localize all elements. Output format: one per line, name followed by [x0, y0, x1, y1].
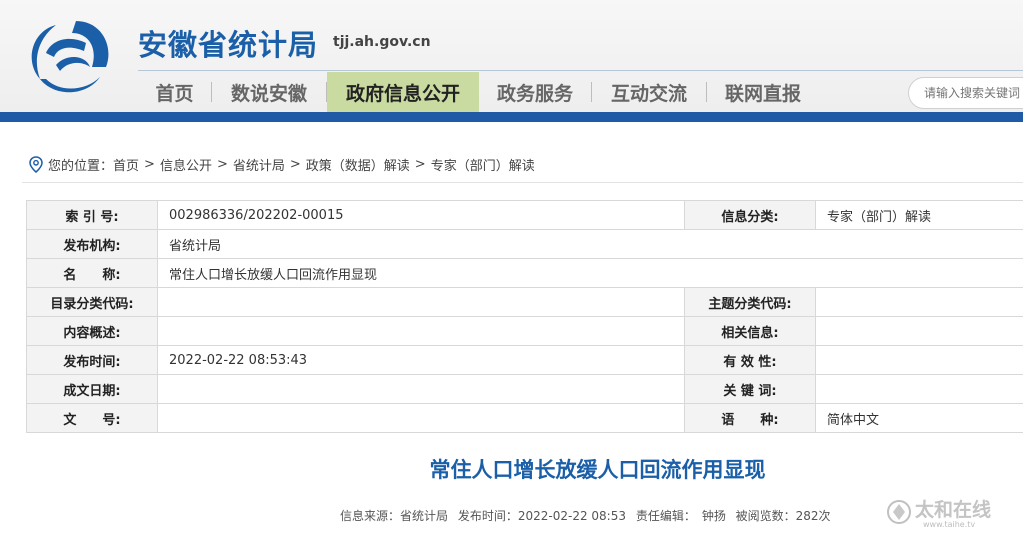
breadcrumb-prefix: 您的位置： — [48, 159, 114, 174]
article-title: 常住人口增长放缓人口回流作用显现 — [429, 458, 766, 482]
site-title[interactable]: 安徽省统计局 — [138, 22, 318, 64]
breadcrumb-info-open[interactable]: 信息公开 — [160, 155, 212, 174]
catalog-label: 目录分类代码: — [26, 287, 158, 317]
validity-label: 有 效 性: — [684, 345, 816, 375]
breadcrumb-policy[interactable]: 政策（数据）解读 — [306, 155, 410, 174]
article-editor: 责任编辑： 钟扬 — [635, 509, 726, 523]
site-domain: tjj.ah.gov.cn — [333, 34, 431, 50]
publisher-label: 发布机构: — [26, 229, 158, 259]
article-pubtime: 发布时间：2022-02-22 08:53 — [457, 509, 626, 523]
article-views: 被阅览数：282次 — [735, 509, 831, 523]
info-table: 索 引 号: 002986336/202202-00015 信息分类: 专家（部… — [26, 200, 1023, 433]
category-label: 信息分类: — [684, 200, 816, 230]
breadcrumb-home[interactable]: 首页 — [113, 155, 139, 174]
breadcrumb-expert[interactable]: 专家（部门）解读 — [431, 155, 535, 174]
breadcrumb-separator: > — [414, 157, 426, 172]
table-row: 成文日期: 关 键 词: — [26, 374, 1023, 404]
index-label: 索 引 号: — [26, 200, 158, 230]
breadcrumb-bureau[interactable]: 省统计局 — [233, 155, 285, 174]
table-row: 目录分类代码: 主题分类代码: — [26, 287, 1023, 317]
location-pin-icon — [29, 156, 43, 173]
search-input[interactable] — [908, 77, 1023, 109]
table-row: 名 称: 常住人口增长放缓人口回流作用显现 — [26, 258, 1023, 288]
nav-item-gov-info[interactable]: 政府信息公开 — [327, 72, 479, 112]
topic-label: 主题分类代码: — [684, 287, 816, 317]
publisher-value: 省统计局 — [157, 229, 1023, 259]
site-header: 安徽省统计局 tjj.ah.gov.cn 首页 数说安徽 政府信息公开 政务服务… — [0, 0, 1023, 112]
article-source: 信息来源：省统计局 — [340, 509, 449, 523]
topic-value — [815, 287, 1023, 317]
related-value — [815, 316, 1023, 346]
docno-value — [157, 403, 685, 433]
table-row: 发布机构: 省统计局 — [26, 229, 1023, 259]
header-divider — [138, 70, 1023, 71]
watermark-url: www.taihe.tv — [923, 520, 975, 529]
pubtime-label: 发布时间: — [26, 345, 158, 375]
table-row: 发布时间: 2022-02-22 08:53:43 有 效 性: — [26, 345, 1023, 375]
index-value: 002986336/202202-00015 — [157, 200, 685, 230]
table-row: 内容概述: 相关信息: — [26, 316, 1023, 346]
keywords-label: 关 键 词: — [684, 374, 816, 404]
nav-item-online-report[interactable]: 联网直报 — [707, 72, 819, 112]
bureau-logo-icon[interactable] — [26, 17, 112, 99]
article-meta: 信息来源：省统计局 发布时间：2022-02-22 08:53 责任编辑： 钟扬… — [340, 507, 837, 524]
taihe-watermark-logo: 太和在线 www.taihe.tv — [887, 498, 991, 529]
breadcrumb-separator: > — [216, 157, 228, 172]
validity-value — [815, 345, 1023, 375]
related-label: 相关信息: — [684, 316, 816, 346]
keywords-value — [815, 374, 1023, 404]
docno-label: 文 号: — [26, 403, 158, 433]
language-label: 语 种: — [684, 403, 816, 433]
nav-item-home[interactable]: 首页 — [138, 72, 211, 112]
date-value — [157, 374, 685, 404]
nav-item-data-anhui[interactable]: 数说安徽 — [212, 72, 326, 112]
header-blue-bar — [0, 112, 1023, 122]
table-row: 文 号: 语 种: 简体中文 — [26, 403, 1023, 433]
nav-item-gov-service[interactable]: 政务服务 — [479, 72, 591, 112]
catalog-value — [157, 287, 685, 317]
main-nav: 首页 数说安徽 政府信息公开 政务服务 互动交流 联网直报 — [138, 72, 819, 112]
summary-value — [157, 316, 685, 346]
category-value: 专家（部门）解读 — [815, 200, 1023, 230]
watermark-brand: 太和在线 — [915, 498, 991, 521]
breadcrumb-separator: > — [289, 157, 301, 172]
name-label: 名 称: — [26, 258, 158, 288]
nav-item-interaction[interactable]: 互动交流 — [592, 72, 706, 112]
pubtime-value: 2022-02-22 08:53:43 — [157, 345, 685, 375]
date-label: 成文日期: — [26, 374, 158, 404]
language-value: 简体中文 — [815, 403, 1023, 433]
table-row: 索 引 号: 002986336/202202-00015 信息分类: 专家（部… — [26, 200, 1023, 230]
breadcrumb-separator: > — [144, 157, 155, 172]
breadcrumb: 您的位置： 首页 > 信息公开 > 省统计局 > 政策（数据）解读 > 专家（部… — [22, 147, 1023, 183]
summary-label: 内容概述: — [26, 316, 158, 346]
name-value: 常住人口增长放缓人口回流作用显现 — [157, 258, 1023, 288]
